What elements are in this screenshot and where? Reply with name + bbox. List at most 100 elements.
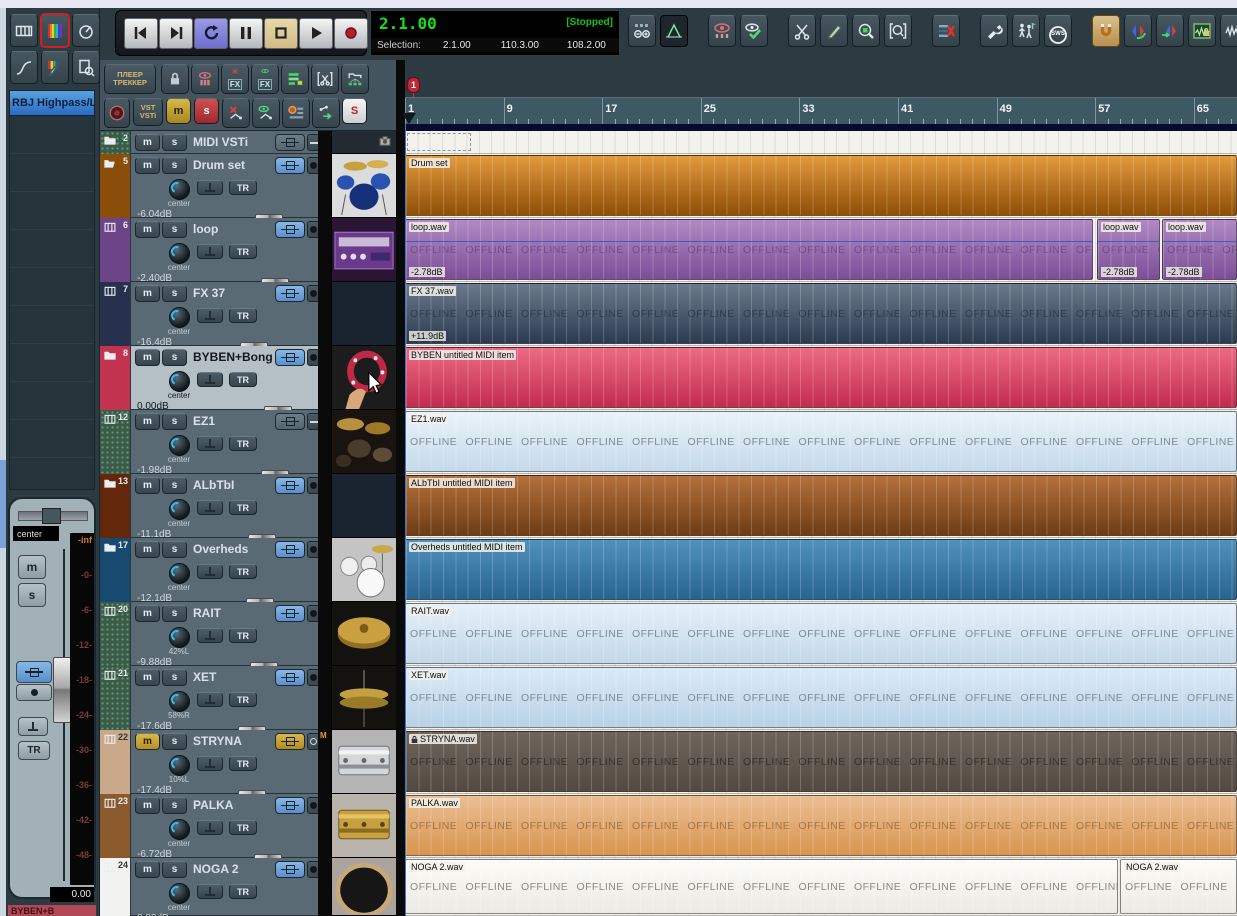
mixer-record-arm-button[interactable] bbox=[16, 684, 52, 701]
fx-list-empty-row[interactable] bbox=[10, 192, 94, 230]
fx-list-empty-row[interactable] bbox=[10, 344, 94, 382]
track-color-strip[interactable]: 22 bbox=[100, 730, 130, 794]
pan-knob[interactable] bbox=[169, 755, 190, 776]
media-item-clip[interactable]: Drum set bbox=[405, 155, 1237, 216]
zoom-tool-button[interactable] bbox=[884, 15, 912, 47]
track-mute-button[interactable]: m bbox=[135, 157, 160, 174]
arrange-row[interactable]: BYBEN untitled MIDI item bbox=[405, 346, 1237, 410]
arrange-row[interactable] bbox=[405, 131, 1237, 154]
track-tr-button[interactable]: TR bbox=[229, 500, 257, 515]
track-thumbnail[interactable] bbox=[331, 666, 396, 730]
track-solo-button[interactable]: s bbox=[162, 134, 187, 151]
track-color-strip[interactable]: 13 bbox=[100, 474, 130, 538]
edit-cursor-head[interactable] bbox=[402, 113, 416, 124]
marker-flag[interactable]: 1 bbox=[407, 77, 420, 93]
left-scrollbar-thumb[interactable] bbox=[0, 460, 6, 548]
solo-all-button[interactable]: s bbox=[194, 98, 219, 124]
fx-list-empty-row[interactable] bbox=[10, 116, 94, 154]
arrange-row[interactable]: STRYNA.wavOFFLINEOFFLINEOFFLINEOFFLINEOF… bbox=[405, 730, 1237, 794]
track-mute-button[interactable]: m bbox=[135, 285, 160, 302]
arrange-row[interactable]: Drum set bbox=[405, 154, 1237, 218]
arrange-row[interactable]: RAIT.wavOFFLINEOFFLINEOFFLINEOFFLINEOFFL… bbox=[405, 602, 1237, 666]
track-routing-button[interactable] bbox=[275, 134, 305, 151]
fx-list-empty-row[interactable] bbox=[10, 230, 94, 268]
track-tr-button[interactable]: TR bbox=[229, 564, 257, 579]
mute-all-button[interactable]: m bbox=[166, 98, 191, 124]
fx-list-empty-row[interactable] bbox=[10, 382, 94, 420]
solo-defeat-button[interactable]: S bbox=[342, 98, 367, 124]
track-tr-button[interactable]: TR bbox=[229, 244, 257, 259]
item-colors-button[interactable] bbox=[41, 14, 69, 47]
hide-mixer-button[interactable] bbox=[191, 64, 219, 94]
track-env-button[interactable] bbox=[197, 628, 223, 643]
track-color-strip[interactable]: 12 bbox=[100, 410, 130, 474]
media-item-clip[interactable]: NOGA 2.wavOFFLINEOFFLINEOFFLINEOFFLINEOF… bbox=[405, 859, 1118, 914]
pause-button[interactable] bbox=[229, 18, 263, 49]
track-tr-button[interactable]: TR bbox=[229, 628, 257, 643]
media-item-clip[interactable]: NOGA 2.wavOFFLINEOFFLINEOFFLINEOFFLINEOF… bbox=[1120, 859, 1237, 914]
track-thumbnail[interactable] bbox=[331, 474, 396, 538]
envelope-panel-button[interactable] bbox=[660, 15, 688, 47]
track-solo-button[interactable]: s bbox=[162, 733, 187, 750]
record-button[interactable] bbox=[334, 18, 368, 49]
vst-button[interactable]: VSTVSTi bbox=[133, 98, 163, 126]
fx-list-empty-row[interactable] bbox=[10, 154, 94, 192]
media-item-clip[interactable]: FX 37.wavOFFLINEOFFLINEOFFLINEOFFLINEOFF… bbox=[405, 283, 1237, 344]
left-scrollbar[interactable] bbox=[0, 8, 6, 916]
track-tr-button[interactable]: TR bbox=[229, 436, 257, 451]
track-color-strip[interactable]: 24 bbox=[100, 858, 130, 916]
zoom-preset-button[interactable] bbox=[628, 15, 656, 47]
pan-knob[interactable] bbox=[169, 435, 190, 456]
track-thumbnail[interactable] bbox=[331, 602, 396, 666]
media-item-clip[interactable]: STRYNA.wavOFFLINEOFFLINEOFFLINEOFFLINEOF… bbox=[405, 731, 1237, 792]
track-color-strip[interactable]: 2 bbox=[100, 131, 130, 154]
arrange-row[interactable]: FX 37.wavOFFLINEOFFLINEOFFLINEOFFLINEOFF… bbox=[405, 282, 1237, 346]
track-color-strip[interactable]: 5 bbox=[100, 154, 130, 218]
stop-button[interactable] bbox=[264, 18, 298, 49]
lock-tracks-button[interactable] bbox=[161, 64, 189, 94]
cut-button[interactable] bbox=[788, 15, 816, 47]
empty-midi-item[interactable] bbox=[407, 133, 471, 151]
arrange-row[interactable]: EZ1.wavOFFLINEOFFLINEOFFLINEOFFLINEOFFLI… bbox=[405, 410, 1237, 474]
performers-button[interactable] bbox=[1012, 15, 1040, 47]
timeline-ruler[interactable]: 1917253341495765 bbox=[405, 97, 1237, 124]
player-tracker-button[interactable]: ПЛЕЕРТРЕККЕР bbox=[104, 64, 156, 94]
track-thumbnail[interactable] bbox=[331, 538, 396, 602]
track-routing-button[interactable] bbox=[275, 157, 305, 174]
env-hide-button[interactable] bbox=[222, 98, 250, 128]
track-thumbnail[interactable] bbox=[331, 794, 396, 858]
mixer-tr-button[interactable]: TR bbox=[18, 741, 50, 760]
media-item-clip[interactable]: PALKA.wavOFFLINEOFFLINEOFFLINEOFFLINEOFF… bbox=[405, 795, 1237, 856]
track-mute-button[interactable]: m bbox=[135, 669, 160, 686]
track-env-button[interactable] bbox=[197, 436, 223, 451]
pan-knob[interactable] bbox=[169, 819, 190, 840]
folder-routing-button[interactable] bbox=[341, 64, 369, 94]
track-solo-button[interactable]: s bbox=[162, 285, 187, 302]
pan-knob[interactable] bbox=[169, 307, 190, 328]
zoom-in-button[interactable] bbox=[852, 15, 880, 47]
ripple-all-button[interactable] bbox=[1156, 15, 1184, 47]
media-item-clip[interactable]: loop.wavOFFLINEOFFLINEOFFLINEOFFLINEOFFL… bbox=[405, 219, 1093, 280]
track-mute-button[interactable]: m bbox=[135, 605, 160, 622]
mixer-routing-button[interactable] bbox=[16, 661, 52, 683]
track-solo-button[interactable]: s bbox=[162, 861, 187, 878]
ripple-one-button[interactable] bbox=[1124, 15, 1152, 47]
track-routing-button[interactable] bbox=[275, 477, 305, 494]
track-tr-button[interactable]: TR bbox=[229, 308, 257, 323]
track-routing-button[interactable] bbox=[275, 861, 305, 878]
track-env-button[interactable] bbox=[197, 308, 223, 323]
list-lock-button[interactable] bbox=[281, 64, 309, 94]
track-env-button[interactable] bbox=[197, 372, 223, 387]
mixer-pan-handle[interactable] bbox=[42, 508, 61, 524]
media-item-clip[interactable]: loop.wavOFFLINEOFFLINEOFFLINEOFFLINEOFFL… bbox=[1162, 219, 1237, 280]
track-env-button[interactable] bbox=[197, 244, 223, 259]
paint-items-button[interactable] bbox=[41, 51, 69, 84]
track-thumbnail[interactable] bbox=[331, 282, 396, 346]
track-thumbnail[interactable] bbox=[331, 410, 396, 474]
panel-arrange-divider[interactable] bbox=[396, 60, 405, 916]
track-tr-button[interactable]: TR bbox=[229, 372, 257, 387]
track-color-strip[interactable]: 6 bbox=[100, 218, 130, 282]
track-routing-button[interactable] bbox=[275, 541, 305, 558]
track-env-button[interactable] bbox=[197, 820, 223, 835]
track-tr-button[interactable]: TR bbox=[229, 692, 257, 707]
